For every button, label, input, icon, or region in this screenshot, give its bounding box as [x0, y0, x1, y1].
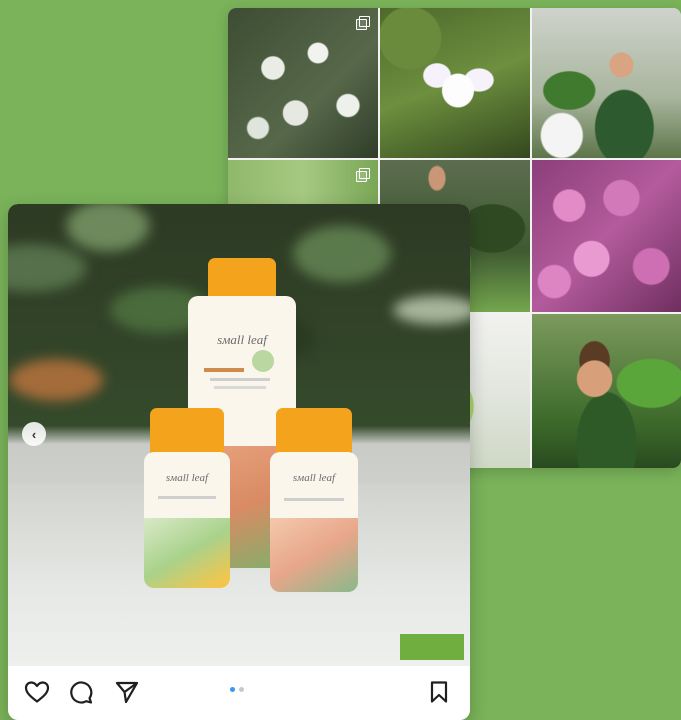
- post-image[interactable]: ѕмall leaf ѕмall leaf ѕмall leaf ‹: [8, 204, 470, 666]
- bookmark-icon[interactable]: [428, 680, 450, 709]
- carousel-dot: [239, 687, 244, 692]
- grid-tile-man-with-plant[interactable]: [532, 8, 681, 158]
- comment-icon[interactable]: [68, 680, 94, 709]
- brand-watermark-logo: [400, 634, 464, 660]
- post-card: ѕмall leaf ѕмall leaf ѕмall leaf ‹: [8, 204, 470, 720]
- grid-tile-white-flowers[interactable]: [228, 8, 378, 158]
- grid-tile-iris-flower[interactable]: [380, 8, 530, 158]
- grid-tile-greenery[interactable]: [228, 160, 378, 206]
- multi-image-icon: [356, 168, 370, 182]
- multi-image-icon: [356, 16, 370, 30]
- carousel-dot-active: [230, 687, 235, 692]
- grid-tile-pink-flowers[interactable]: [532, 160, 681, 312]
- carousel-indicator: [230, 687, 244, 692]
- send-icon[interactable]: [114, 680, 140, 709]
- heart-icon[interactable]: [24, 680, 50, 709]
- product-bottle-small-left: ѕмall leaf: [144, 408, 230, 588]
- post-action-bar: [8, 666, 470, 720]
- product-bottle-small-right: ѕмall leaf: [270, 408, 358, 592]
- chevron-left-icon[interactable]: ‹: [22, 422, 46, 446]
- grid-tile-man-smiling[interactable]: [532, 314, 681, 468]
